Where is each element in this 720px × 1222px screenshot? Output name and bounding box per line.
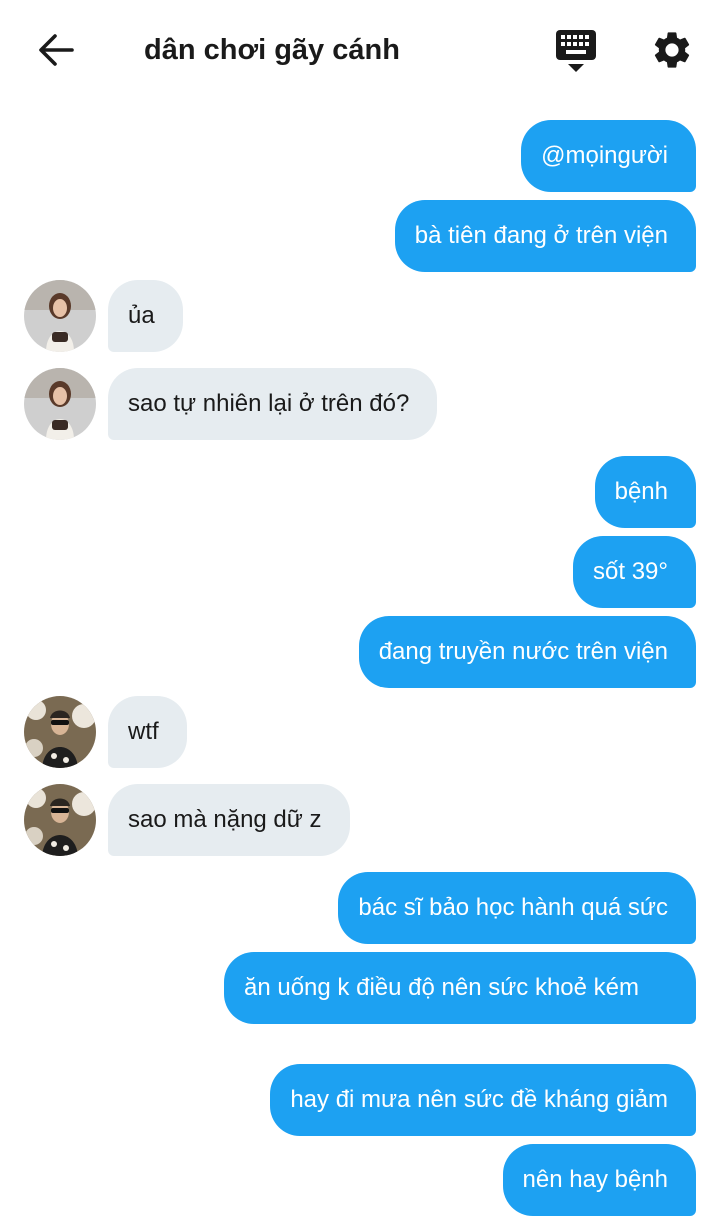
message-bubble-outgoing[interactable]: sốt 39° — [573, 536, 696, 608]
message-bubble-outgoing[interactable]: nên hay bệnh — [502, 1144, 696, 1216]
message-bubble-incoming[interactable]: wtf — [108, 696, 187, 768]
message-bubble-outgoing[interactable]: ăn uống k điều độ nên sức khoẻ kém — [224, 952, 696, 1024]
message-bubble-incoming[interactable]: ủa — [108, 280, 183, 352]
message-bubble-outgoing[interactable]: đang truyền nước trên viện — [358, 616, 696, 688]
message-bubble-outgoing[interactable]: bệnh — [594, 456, 696, 528]
settings-button[interactable] — [650, 28, 694, 72]
chat-title: dân chơi gãy cánh — [144, 34, 400, 66]
arrow-left-icon — [39, 34, 74, 66]
avatar[interactable] — [24, 784, 96, 856]
message-bubble-outgoing[interactable]: hay đi mưa nên sức đề kháng giảm — [270, 1064, 696, 1136]
avatar[interactable] — [24, 696, 96, 768]
back-button[interactable] — [34, 30, 78, 70]
message-bubble-incoming[interactable]: sao tự nhiên lại ở trên đó? — [108, 368, 438, 440]
message-bubble-outgoing[interactable]: bà tiên đang ở trên viện — [394, 200, 696, 272]
gear-icon — [654, 32, 690, 68]
message-bubble-outgoing[interactable]: @mọingười — [521, 120, 696, 192]
message-bubble-incoming[interactable]: sao mà nặng dữ z — [108, 784, 350, 856]
keyboard-button[interactable] — [554, 28, 598, 74]
avatar[interactable] — [24, 368, 96, 440]
chat-header: dân chơi gãy cánh — [0, 0, 720, 100]
message-bubble-outgoing[interactable]: bác sĩ bảo học hành quá sức — [338, 872, 696, 944]
keyboard-icon — [556, 30, 596, 72]
avatar[interactable] — [24, 280, 96, 352]
